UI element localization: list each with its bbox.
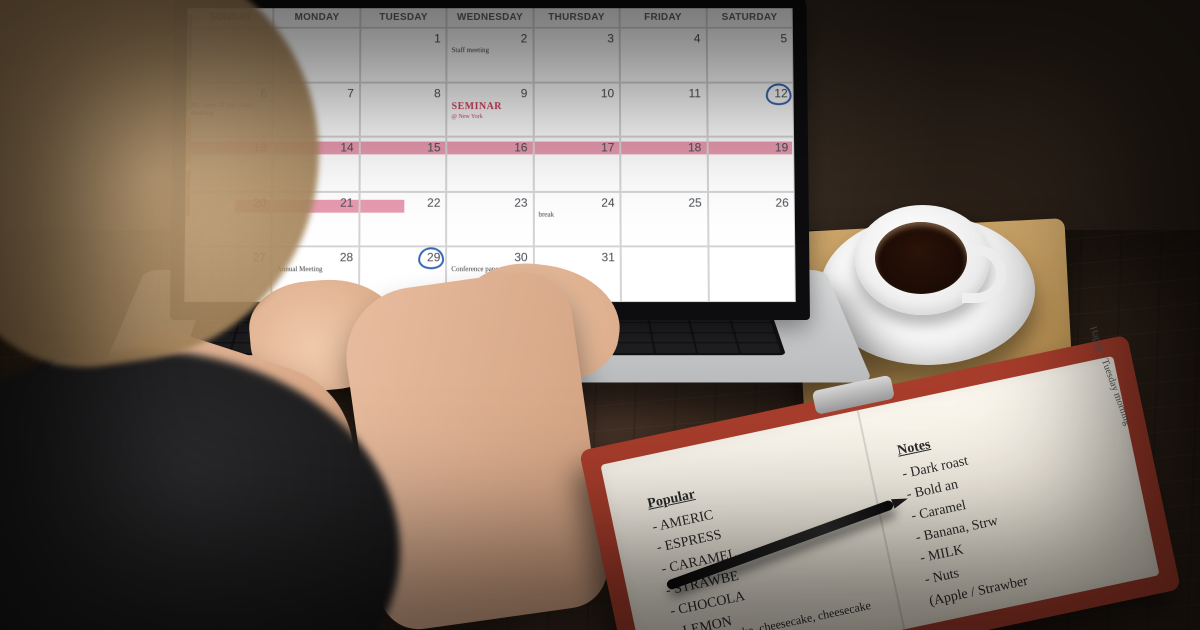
calendar-day[interactable]: 5 bbox=[706, 28, 793, 82]
day-number: 1 bbox=[434, 32, 441, 46]
circle-mark-icon bbox=[418, 248, 444, 270]
day-number: 11 bbox=[688, 86, 700, 100]
day-header: MONDAY bbox=[274, 8, 361, 28]
day-number: 7 bbox=[347, 86, 354, 100]
calendar-day[interactable]: 8 bbox=[360, 82, 447, 137]
calendar-day[interactable]: 3 bbox=[533, 28, 620, 82]
calendar-day[interactable] bbox=[621, 247, 709, 302]
day-number: 5 bbox=[780, 32, 787, 46]
notes-margin: Happy - Tuesday morning bbox=[1087, 325, 1133, 427]
day-header: SATURDAY bbox=[706, 8, 793, 28]
calendar-day[interactable]: 22 bbox=[359, 192, 446, 247]
day-number: 17 bbox=[601, 141, 614, 155]
calendar-day[interactable]: 25 bbox=[621, 192, 708, 247]
day-number: 14 bbox=[340, 141, 353, 155]
day-number: 10 bbox=[601, 86, 614, 100]
calendar-day[interactable]: 10 bbox=[533, 82, 620, 137]
day-header: FRIDAY bbox=[620, 8, 707, 28]
calendar-day[interactable]: 2Staff meeting bbox=[447, 28, 534, 82]
coffee-liquid bbox=[875, 222, 967, 294]
day-number: 15 bbox=[427, 141, 440, 155]
day-number: 31 bbox=[602, 251, 615, 265]
day-number: 3 bbox=[607, 32, 614, 46]
day-header: TUESDAY bbox=[360, 8, 447, 28]
day-number: 2 bbox=[521, 32, 528, 46]
day-note: break bbox=[539, 210, 616, 218]
day-number: 24 bbox=[601, 196, 614, 210]
notes-right-column: Notes - Dark roast- Bold an- Caramel- Ba… bbox=[895, 420, 1030, 613]
calendar-day[interactable]: 16 bbox=[446, 137, 533, 192]
calendar-day[interactable]: 15 bbox=[359, 137, 446, 192]
day-number: 28 bbox=[340, 251, 353, 265]
day-number: 4 bbox=[694, 32, 701, 46]
calendar-day[interactable]: 19 bbox=[707, 137, 794, 192]
calendar-day[interactable] bbox=[708, 247, 796, 302]
calendar-day[interactable]: 17 bbox=[533, 137, 620, 192]
day-number: 26 bbox=[775, 196, 788, 210]
calendar-day[interactable]: 12 bbox=[707, 82, 794, 137]
calendar-day[interactable]: 4 bbox=[620, 28, 707, 82]
seminar-note: SEMINAR@ New York bbox=[452, 101, 529, 121]
day-note: Staff meeting bbox=[452, 46, 529, 54]
day-number: 19 bbox=[775, 141, 788, 155]
day-note: Annual Meeting bbox=[277, 266, 354, 274]
day-number: 23 bbox=[514, 196, 527, 210]
calendar-day[interactable]: 1 bbox=[360, 28, 447, 82]
calendar-header-row: SUNDAY MONDAY TUESDAY WEDNESDAY THURSDAY… bbox=[187, 8, 793, 28]
day-number: 9 bbox=[521, 86, 528, 100]
calendar-day[interactable]: 26 bbox=[708, 192, 796, 247]
workspace-photo: 10:45 schedule timeline to do memo SUNDA… bbox=[0, 0, 1200, 630]
day-number: 21 bbox=[340, 196, 353, 210]
day-header: THURSDAY bbox=[533, 8, 620, 28]
calendar-day[interactable]: 24break bbox=[534, 192, 621, 247]
calendar-day[interactable]: 18 bbox=[620, 137, 707, 192]
calendar-day[interactable]: 23 bbox=[446, 192, 533, 247]
day-number: 8 bbox=[434, 86, 441, 100]
circle-mark-icon bbox=[766, 83, 792, 105]
day-number: 16 bbox=[514, 141, 527, 155]
calendar-day[interactable]: 9SEMINAR@ New York bbox=[447, 82, 534, 137]
day-header: WEDNESDAY bbox=[447, 8, 534, 28]
day-number: 18 bbox=[688, 141, 701, 155]
day-number: 22 bbox=[427, 196, 440, 210]
day-number: 25 bbox=[688, 196, 701, 210]
calendar-day[interactable]: 11 bbox=[620, 82, 707, 137]
